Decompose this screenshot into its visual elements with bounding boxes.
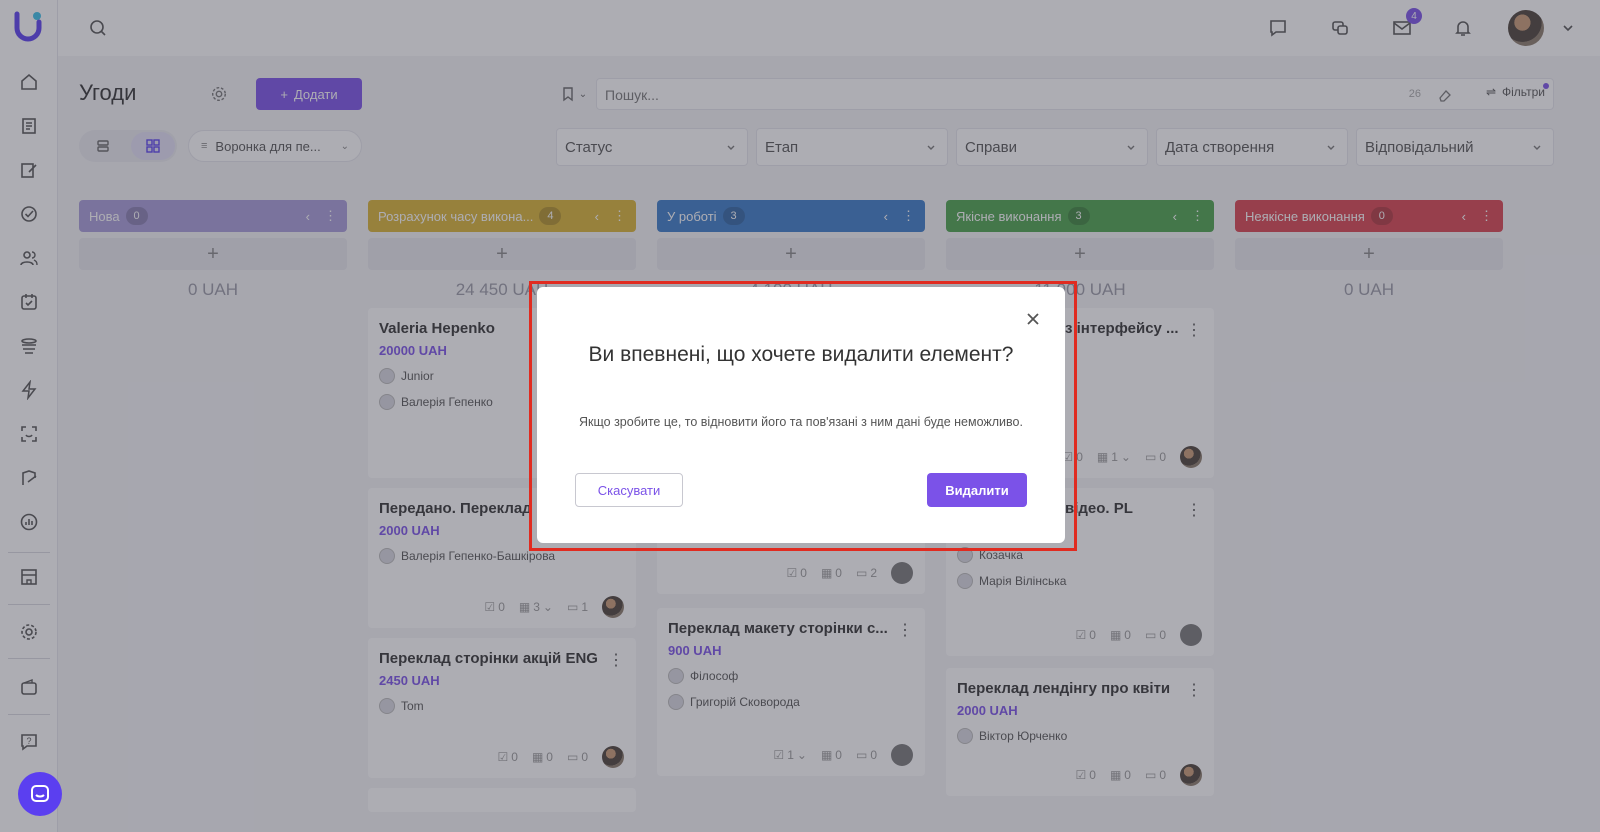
delete-confirm-dialog: Ви впевнені, що хочете видалити елемент?… — [537, 287, 1065, 543]
close-icon[interactable] — [1023, 309, 1043, 329]
delete-button[interactable]: Видалити — [927, 473, 1027, 507]
cancel-button[interactable]: Скасувати — [575, 473, 683, 507]
support-chat-button[interactable] — [18, 772, 62, 816]
dialog-title: Ви впевнені, що хочете видалити елемент? — [588, 343, 1014, 366]
dialog-message: Якщо зробите це, то відновити його та по… — [579, 415, 1023, 429]
